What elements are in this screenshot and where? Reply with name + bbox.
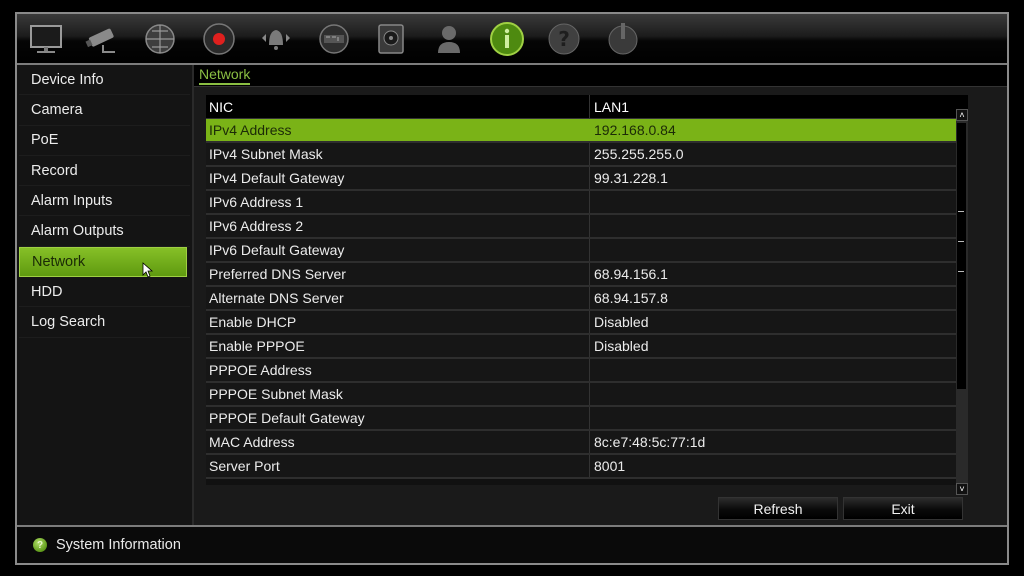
- scroll-down-button[interactable]: ˅: [956, 483, 968, 495]
- row-value: 255.255.255.0: [594, 146, 684, 162]
- table-row[interactable]: Enable DHCP Disabled: [206, 311, 968, 335]
- table-row[interactable]: IPv6 Address 2: [206, 215, 968, 239]
- row-label: Server Port: [206, 455, 590, 477]
- device-icon[interactable]: [315, 20, 353, 58]
- sidebar-item-network[interactable]: Network: [19, 246, 187, 278]
- scroll-tick: [958, 211, 964, 212]
- table-row[interactable]: PPPOE Subnet Mask: [206, 383, 968, 407]
- row-value: Disabled: [594, 314, 649, 330]
- table-row[interactable]: Server Port 8001: [206, 455, 968, 479]
- sidebar-item-label: Device Info: [31, 71, 104, 88]
- svg-text:?: ?: [558, 27, 570, 51]
- row-label: IPv6 Address 1: [206, 191, 590, 213]
- table-row[interactable]: PPPOE Default Gateway: [206, 407, 968, 431]
- hdd-icon[interactable]: [372, 20, 410, 58]
- table-row[interactable]: Preferred DNS Server 68.94.156.1: [206, 263, 968, 287]
- row-label: Enable DHCP: [206, 311, 590, 333]
- record-icon[interactable]: [200, 20, 238, 58]
- section-tabs: Network: [194, 65, 1007, 87]
- row-label: Alternate DNS Server: [206, 287, 590, 309]
- sidebar-item-label: PoE: [31, 132, 59, 149]
- help-status-icon: ?: [33, 538, 47, 552]
- row-value: 8001: [594, 458, 626, 474]
- row-label: IPv4 Subnet Mask: [206, 143, 590, 165]
- power-icon[interactable]: [604, 20, 642, 58]
- refresh-button[interactable]: Refresh: [718, 497, 838, 520]
- table-row[interactable]: IPv4 Default Gateway 99.31.228.1: [206, 167, 968, 191]
- scroll-tick: [958, 241, 964, 242]
- sidebar-item-device-info[interactable]: Device Info: [19, 65, 190, 96]
- table-row[interactable]: Enable PPPOE Disabled: [206, 335, 968, 359]
- table-row[interactable]: IPv4 Subnet Mask 255.255.255.0: [206, 143, 968, 167]
- mouse-cursor-icon: [142, 261, 154, 278]
- sidebar-item-poe[interactable]: PoE: [19, 126, 190, 156]
- scroll-up-button[interactable]: ˄: [956, 109, 968, 121]
- table-row[interactable]: IPv6 Address 1: [206, 191, 968, 215]
- sidebar-item-label: Camera: [31, 101, 83, 118]
- sidebar-item-label: Record: [31, 162, 78, 179]
- row-value: 99.31.228.1: [594, 170, 668, 186]
- table-row[interactable]: PPPOE Address: [206, 359, 968, 383]
- table-row[interactable]: Alternate DNS Server 68.94.157.8: [206, 287, 968, 311]
- sidebar-item-label: Alarm Outputs: [31, 223, 124, 240]
- header-nic: NIC: [206, 95, 590, 118]
- main-window: ? Device Info Camera PoE Record Alarm In…: [15, 12, 1009, 565]
- scroll-tick: [958, 271, 964, 272]
- row-label: PPPOE Subnet Mask: [206, 383, 590, 405]
- row-value: 192.168.0.84: [594, 122, 676, 138]
- row-value: 8c:e7:48:5c:77:1d: [594, 434, 706, 450]
- toolbar: ?: [17, 14, 1007, 65]
- network-info-table: NIC LAN1 IPv4 Address 192.168.0.84 IPv4 Su…: [206, 95, 968, 485]
- sidebar: Device Info Camera PoE Record Alarm Inpu…: [17, 65, 194, 527]
- sidebar-item-alarm-outputs[interactable]: Alarm Outputs: [19, 216, 190, 247]
- sidebar-item-label: HDD: [31, 283, 63, 300]
- table-row[interactable]: MAC Address 8c:e7:48:5c:77:1d: [206, 431, 968, 455]
- row-label: IPv6 Default Gateway: [206, 239, 590, 261]
- sidebar-item-alarm-inputs[interactable]: Alarm Inputs: [19, 186, 190, 217]
- sidebar-item-log-search[interactable]: Log Search: [19, 307, 190, 338]
- sidebar-item-hdd[interactable]: HDD: [19, 277, 190, 308]
- row-value: Disabled: [594, 338, 649, 354]
- table-scrollbar[interactable]: ˄ ˅: [956, 109, 968, 495]
- network-globe-icon[interactable]: [141, 20, 179, 58]
- status-bar: ? System Information: [17, 525, 1007, 563]
- sidebar-item-record[interactable]: Record: [19, 156, 190, 187]
- help-icon[interactable]: ?: [545, 20, 583, 58]
- row-label: Enable PPPOE: [206, 335, 590, 357]
- scrollbar-thumb[interactable]: [957, 123, 966, 389]
- tab-network[interactable]: Network: [199, 67, 251, 85]
- row-label: PPPOE Default Gateway: [206, 407, 590, 429]
- header-lan1: LAN1: [594, 98, 630, 115]
- info-icon[interactable]: [488, 20, 526, 58]
- row-label: IPv4 Default Gateway: [206, 167, 590, 189]
- table-row[interactable]: IPv6 Default Gateway: [206, 239, 968, 263]
- row-value: 68.94.157.8: [594, 290, 668, 306]
- chevron-up-icon: ˄: [959, 109, 965, 120]
- table-row[interactable]: IPv4 Address 192.168.0.84: [206, 119, 968, 143]
- content-panel: Network NIC LAN1 IPv4 Address 192.168.0.8…: [194, 65, 1007, 527]
- sidebar-item-label: Network: [32, 253, 86, 270]
- sidebar-item-label: Log Search: [31, 314, 106, 331]
- table-header: NIC LAN1: [206, 95, 968, 119]
- row-label: IPv6 Address 2: [206, 215, 590, 237]
- row-label: MAC Address: [206, 431, 590, 453]
- alarm-icon[interactable]: [257, 20, 295, 58]
- display-icon[interactable]: [27, 20, 65, 58]
- sidebar-item-camera[interactable]: Camera: [19, 95, 190, 126]
- chevron-down-icon: ˅: [959, 483, 965, 494]
- user-icon[interactable]: [430, 20, 468, 58]
- row-value: 68.94.156.1: [594, 266, 668, 282]
- exit-button[interactable]: Exit: [843, 497, 963, 520]
- sidebar-item-label: Alarm Inputs: [31, 192, 113, 209]
- row-label: PPPOE Address: [206, 359, 590, 381]
- row-label: Preferred DNS Server: [206, 263, 590, 285]
- status-text: System Information: [56, 537, 181, 553]
- row-label: IPv4 Address: [209, 122, 292, 138]
- camera-icon[interactable]: [84, 20, 122, 58]
